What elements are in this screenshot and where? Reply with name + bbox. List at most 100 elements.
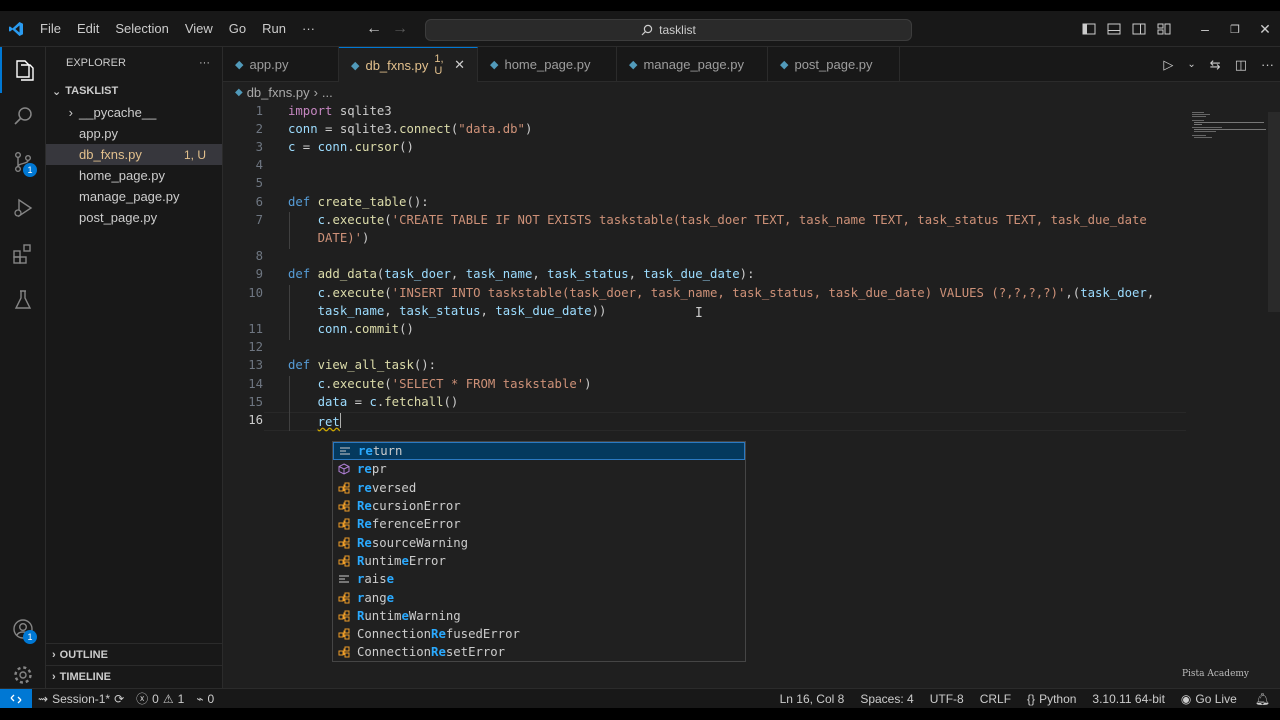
suggestion-item[interactable]: reversed xyxy=(333,479,745,497)
suggestion-item[interactable]: return xyxy=(333,442,745,461)
line-number: 4 xyxy=(255,158,263,172)
chevron-right-icon: › xyxy=(52,671,56,683)
status-bar: ⇝ Session-1* ⟳ ⓧ 0 ⚠ 1 ⌁ 0 Ln 16, Col 8 … xyxy=(0,688,1280,708)
tree-item-pycache[interactable]: › __pycache__ xyxy=(46,102,222,123)
live-share-icon: ⇝ xyxy=(38,691,49,706)
python-interpreter[interactable]: 3.10.11 64-bit xyxy=(1084,692,1173,706)
minimap[interactable] xyxy=(1190,111,1270,141)
remote-indicator-icon[interactable] xyxy=(0,688,32,708)
folder-header-tasklist[interactable]: ⌄ TASKLIST xyxy=(46,80,222,102)
outline-header[interactable]: › OUTLINE xyxy=(46,644,223,666)
cursor-position[interactable]: Ln 16, Col 8 xyxy=(772,692,853,706)
breadcrumb-rest[interactable]: ... xyxy=(322,85,333,100)
explorer-icon[interactable] xyxy=(0,47,46,93)
end-of-line[interactable]: CRLF xyxy=(972,692,1019,706)
menu-run[interactable]: Run xyxy=(254,11,294,47)
tree-item-manage-page-py[interactable]: manage_page.py xyxy=(46,186,222,207)
testing-icon[interactable] xyxy=(0,277,46,323)
tab-post-page-py[interactable]: ◆ post_page.py xyxy=(768,47,900,82)
suggestion-item[interactable]: ResourceWarning xyxy=(333,533,745,551)
indentation[interactable]: Spaces: 4 xyxy=(852,692,921,706)
suggestion-label: ReferenceError xyxy=(357,517,461,532)
close-icon[interactable]: ✕ xyxy=(454,57,465,73)
timeline-header[interactable]: › TIMELINE xyxy=(46,666,223,688)
suggestion-label: RecursionError xyxy=(357,499,461,514)
command-center[interactable]: tasklist xyxy=(425,19,912,41)
text-cursor-ibeam-icon: I xyxy=(695,306,703,321)
tree-item-db-fxns-py[interactable]: db_fxns.py 1, U xyxy=(46,144,222,165)
line-number: 11 xyxy=(248,322,263,336)
open-changes-icon[interactable]: ⇆ xyxy=(1210,57,1221,73)
chevron-down-icon[interactable]: ⌄ xyxy=(1187,59,1195,70)
error-count: 0 xyxy=(152,691,159,706)
toggle-panel-icon[interactable] xyxy=(1101,22,1126,36)
restore-icon[interactable]: ❐ xyxy=(1220,23,1250,36)
class-icon xyxy=(337,627,351,641)
breadcrumb-file[interactable]: db_fxns.py xyxy=(247,85,310,100)
tree-item-post-page-py[interactable]: post_page.py xyxy=(46,207,222,228)
suggestion-item[interactable]: range xyxy=(333,588,745,606)
breadcrumb: ◆ db_fxns.py › ... xyxy=(223,82,333,102)
suggestion-item[interactable]: repr xyxy=(333,460,745,478)
accounts-icon[interactable]: 1 xyxy=(0,606,46,652)
vscode-window: File Edit Selection View Go Run ··· ← → … xyxy=(0,11,1280,708)
toggle-primary-sidebar-icon[interactable] xyxy=(1076,22,1101,36)
python-file-icon: ◆ xyxy=(235,59,244,71)
code-line: task_name, task_status, task_due_date)) xyxy=(317,304,607,318)
git-status-badge: 1, U xyxy=(183,147,206,162)
suggestion-item[interactable]: RecursionError xyxy=(333,497,745,515)
run-play-icon[interactable]: ▷ xyxy=(1163,57,1173,73)
tab-home-page-py[interactable]: ◆ home_page.py xyxy=(478,47,617,82)
suggestion-item[interactable]: RuntimeError xyxy=(333,552,745,570)
menu-selection[interactable]: Selection xyxy=(107,11,176,47)
search-icon[interactable] xyxy=(0,93,46,139)
autocomplete-suggestions: return repr reversed RecursionError Referenc… xyxy=(332,441,746,662)
menu-view[interactable]: View xyxy=(177,11,221,47)
tree-item-app-py[interactable]: app.py xyxy=(46,123,222,144)
suggestion-item[interactable]: RuntimeWarning xyxy=(333,607,745,625)
warning-icon: ⚠ xyxy=(162,691,174,706)
source-control-badge: 1 xyxy=(23,163,37,177)
close-icon[interactable]: ✕ xyxy=(1250,21,1280,38)
ports-indicator[interactable]: ⌁ 0 xyxy=(190,692,220,706)
title-bar: File Edit Selection View Go Run ··· ← → … xyxy=(0,11,1280,47)
status-bar-right: Ln 16, Col 8 Spaces: 4 UTF-8 CRLF {} Pyth… xyxy=(772,689,1280,708)
back-arrow-icon[interactable]: ← xyxy=(366,20,382,38)
suggestion-label: return xyxy=(358,444,403,459)
menu-go[interactable]: Go xyxy=(221,11,254,47)
encoding[interactable]: UTF-8 xyxy=(922,692,972,706)
suggestion-item[interactable]: ConnectionRefusedError xyxy=(333,625,745,643)
forward-arrow-icon[interactable]: → xyxy=(392,20,408,38)
split-editor-icon[interactable]: ◫ xyxy=(1235,57,1247,73)
problems-indicator[interactable]: ⓧ 0 ⚠ 1 xyxy=(130,690,190,707)
explorer-more-actions[interactable]: ··· xyxy=(199,57,210,69)
more-actions-icon[interactable]: ··· xyxy=(1261,57,1274,72)
run-debug-icon[interactable] xyxy=(0,185,46,231)
menu-edit[interactable]: Edit xyxy=(69,11,107,47)
go-live-button[interactable]: ◉ Go Live xyxy=(1173,692,1245,706)
toggle-secondary-sidebar-icon[interactable] xyxy=(1126,22,1151,36)
live-share-session[interactable]: ⇝ Session-1* ⟳ xyxy=(32,692,130,706)
python-file-icon: ◆ xyxy=(490,59,499,71)
tree-item-home-page-py[interactable]: home_page.py xyxy=(46,165,222,186)
menu-file[interactable]: File xyxy=(32,11,69,47)
tree-item-label: app.py xyxy=(79,126,119,141)
minimize-icon[interactable]: – xyxy=(1190,21,1220,37)
language-mode[interactable]: {} Python xyxy=(1019,692,1084,706)
source-control-icon[interactable]: 1 xyxy=(0,139,46,185)
code-line: c.execute('INSERT INTO taskstable(task_d… xyxy=(317,286,1155,300)
editor-scrollbar[interactable] xyxy=(1268,112,1280,312)
tree-item-label: db_fxns.py xyxy=(79,147,142,162)
customize-layout-icon[interactable] xyxy=(1151,22,1176,36)
chevron-right-icon: › xyxy=(52,649,56,661)
extensions-icon[interactable] xyxy=(0,231,46,277)
tab-db-fxns-py[interactable]: ◆ db_fxns.py 1, U ✕ xyxy=(339,47,478,82)
tab-manage-page-py[interactable]: ◆ manage_page.py xyxy=(617,47,768,82)
line-number: 16 xyxy=(248,413,263,427)
suggestion-item[interactable]: ReferenceError xyxy=(333,515,745,533)
suggestion-item[interactable]: ConnectionResetError xyxy=(333,643,745,661)
menu-more[interactable]: ··· xyxy=(294,11,323,47)
tab-app-py[interactable]: ◆ app.py xyxy=(223,47,339,82)
notifications-bell-icon[interactable]: 🔔︎ xyxy=(1245,692,1280,706)
suggestion-item[interactable]: raise xyxy=(333,570,745,588)
